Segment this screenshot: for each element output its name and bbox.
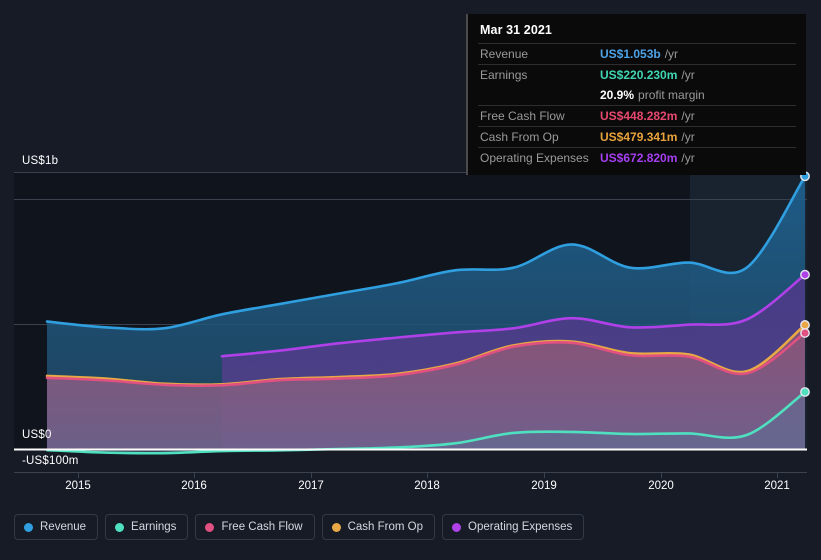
chart-container: US$1b US$0 -US$100m 2015 2016 2017 2018 2019 20… [0, 0, 821, 560]
legend-color-dot-icon [115, 522, 125, 532]
tooltip-row-label: Operating Expenses [480, 151, 589, 165]
endpoint-marker-cash-from-op[interactable] [800, 320, 810, 330]
legend-color-dot-icon [452, 522, 462, 532]
tooltip-row-unit: /yr [681, 130, 695, 144]
tooltip-row-label: Earnings [480, 68, 528, 82]
tooltip-row-value: US$448.282m [600, 109, 678, 123]
tooltip-row: Revenue US$1.053b/yr [478, 43, 796, 64]
endpoint-marker-free-cash-flow[interactable] [800, 328, 810, 338]
tooltip-row-value: US$1.053b [600, 47, 661, 61]
x-axis-tick-label: 2021 [764, 480, 790, 492]
endpoint-marker-earnings[interactable] [800, 387, 810, 397]
legend-item-earnings[interactable]: Earnings [105, 514, 189, 540]
tooltip-row-value: US$479.341m [600, 130, 678, 144]
x-axis-tick-label: 2018 [414, 480, 440, 492]
legend-item-cash-from-op[interactable]: Cash From Op [321, 514, 436, 540]
legend-item-revenue[interactable]: Revenue [14, 514, 99, 540]
tooltip-row-unit: profit margin [638, 88, 705, 102]
tooltip-row-value: US$220.230m [600, 68, 678, 82]
tooltip-row-value: 20.9% [600, 88, 635, 102]
tooltip-row: Free Cash Flow US$448.282m/yr [478, 105, 796, 126]
x-axis-tick-label: 2016 [181, 480, 207, 492]
legend-item-label: Operating Expenses [468, 521, 573, 533]
legend-color-dot-icon [205, 522, 215, 532]
tooltip-row-value: US$672.820m [600, 151, 678, 165]
legend-item-label: Cash From Op [347, 521, 424, 533]
tooltip-row: Cash From Op US$479.341m/yr [478, 126, 796, 147]
tooltip-row-unit: /yr [681, 68, 695, 82]
legend-item-label: Earnings [131, 521, 177, 533]
legend-item-label: Revenue [40, 521, 87, 533]
x-axis-tick-label: 2020 [648, 480, 674, 492]
tooltip-row-unit: /yr [681, 109, 695, 123]
x-axis-tick-label: 2015 [65, 480, 91, 492]
x-axis-tick-label: 2017 [298, 480, 324, 492]
legend-item-free-cash-flow[interactable]: Free Cash Flow [195, 514, 315, 540]
legend-color-dot-icon [24, 522, 33, 532]
x-axis-tick-label: 2019 [531, 480, 557, 492]
tooltip-row-unit: /yr [681, 151, 695, 165]
tooltip-row: Earnings US$220.230m/yr [478, 64, 796, 85]
tooltip-row-label: Free Cash Flow [480, 109, 565, 123]
tooltip-date: Mar 31 2021 [480, 23, 552, 37]
tooltip-row-unit: /yr [664, 47, 679, 61]
legend-color-dot-icon [331, 522, 341, 532]
tooltip-row: Operating Expenses US$672.820m/yr [478, 147, 796, 168]
legend-item-operating-expenses[interactable]: Operating Expenses [442, 514, 585, 540]
endpoint-marker-operating-expenses[interactable] [800, 269, 810, 280]
legend-item-label: Free Cash Flow [221, 521, 303, 533]
tooltip-row-label: Revenue [480, 47, 529, 61]
tooltip-row: 20.9% profit margin [478, 85, 796, 105]
chart-legend: Revenue Earnings Free Cash Flow Cash From O… [14, 514, 585, 540]
data-tooltip: Mar 31 2021 Revenue US$1.053b/yr Earnings U… [466, 14, 806, 175]
tooltip-row-label: Cash From Op [480, 130, 559, 144]
